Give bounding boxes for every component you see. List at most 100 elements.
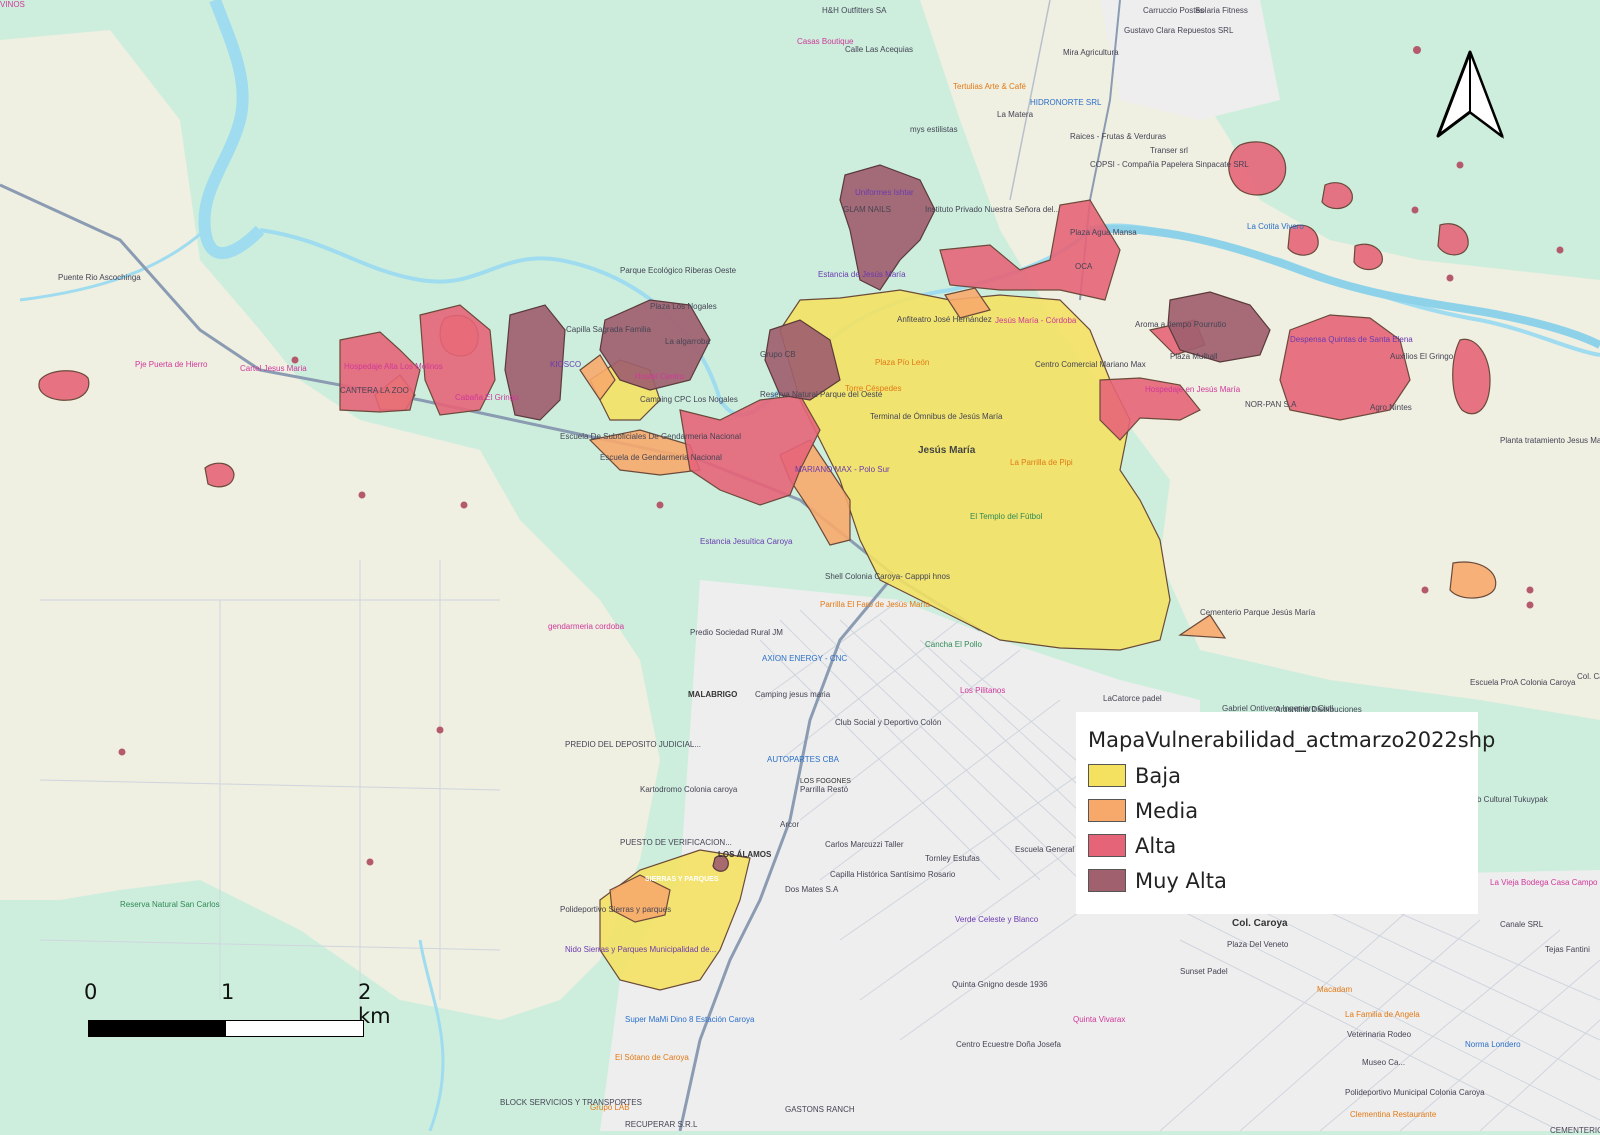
poi-label[interactable]: Hostel Centro: [635, 372, 684, 381]
poi-label[interactable]: Puente Rio Ascochinga: [58, 273, 141, 282]
poi-label[interactable]: Torre Céspedes: [845, 384, 901, 393]
zone-alta-1[interactable]: [38, 370, 90, 401]
poi-label[interactable]: BLOCK SERVICIOS Y TRANSPORTES: [500, 1098, 642, 1107]
poi-label[interactable]: Los Pilitanos: [960, 686, 1005, 695]
poi-label[interactable]: Cementerio Parque Jesús María: [1200, 608, 1315, 617]
poi-label[interactable]: Nido Sierras y Parques Municipalidad de.…: [565, 945, 716, 954]
poi-label[interactable]: RECUPERAR S.R.L: [625, 1120, 697, 1129]
poi-label[interactable]: Super MaMi Dino 8 Estación Caroya: [625, 1015, 754, 1024]
poi-label[interactable]: Plaza Mulhall: [1170, 352, 1218, 361]
poi-label[interactable]: Cancha El Pollo: [925, 640, 982, 649]
poi-label[interactable]: Jesús María - Córdoba: [995, 316, 1076, 325]
poi-label[interactable]: Anfiteatro José Hernández: [897, 315, 992, 324]
poi-label[interactable]: Norma Londero: [1465, 1040, 1521, 1049]
poi-label[interactable]: Macadam: [1317, 985, 1352, 994]
poi-label[interactable]: CANTERA LA ZOO: [340, 386, 409, 395]
poi-label[interactable]: gendarmeria cordoba: [548, 622, 624, 631]
poi-label[interactable]: NOR-PAN S.A: [1245, 400, 1296, 409]
zone-alta-2[interactable]: [204, 462, 235, 488]
poi-label[interactable]: El Sótano de Caroya: [615, 1053, 689, 1062]
poi-label[interactable]: PREDIO DEL DEPOSITO JUDICIAL...: [565, 740, 701, 749]
poi-label[interactable]: Verde Celeste y Blanco: [955, 915, 1038, 924]
poi-label[interactable]: Parrilla El Faro de Jesús María: [820, 600, 930, 609]
poi-label[interactable]: Cartel Jesus Maria: [240, 364, 307, 373]
poi-label[interactable]: VINOS: [0, 0, 25, 9]
poi-label[interactable]: Camping CPC Los Nogales: [640, 395, 738, 404]
poi-label[interactable]: Gustavo Clara Repuestos SRL: [1124, 26, 1233, 35]
poi-label[interactable]: Col. Caroya: [1577, 672, 1600, 681]
poi-label[interactable]: Estancia de Jesús María: [818, 270, 906, 279]
poi-label[interactable]: Canale SRL: [1500, 920, 1543, 929]
poi-label[interactable]: Planta tratamiento Jesus Maria: [1500, 436, 1600, 445]
poi-label[interactable]: HIDRONORTE SRL: [1030, 98, 1101, 107]
poi-label[interactable]: Terminal de Ómnibus de Jesús María: [870, 412, 1003, 421]
poi-label[interactable]: Tejas Fantini: [1545, 945, 1590, 954]
poi-label[interactable]: Parque Ecológico Riberas Oeste: [620, 266, 736, 275]
poi-label[interactable]: La Matera: [997, 110, 1033, 119]
poi-label[interactable]: Pje Puerta de Hierro: [135, 360, 207, 369]
poi-label[interactable]: Dos Mates S.A: [785, 885, 838, 894]
poi-label[interactable]: La Cotita Vivero: [1247, 222, 1304, 231]
poi-label[interactable]: Quinta Vivarax: [1073, 1015, 1125, 1024]
poi-label[interactable]: Parrilla Restó: [800, 785, 848, 794]
poi-label[interactable]: GASTONS RANCH: [785, 1105, 855, 1114]
poi-label[interactable]: Grupo CB: [760, 350, 796, 359]
poi-label[interactable]: Raices - Frutas & Verduras: [1070, 132, 1166, 141]
poi-label[interactable]: Calle Las Acequias: [845, 45, 913, 54]
poi-label[interactable]: Hospedaje Alta Los Molinos: [344, 362, 443, 371]
poi-label[interactable]: Escuela de Gendarmeria Nacional: [600, 453, 722, 462]
poi-label[interactable]: KIOSCO: [550, 360, 581, 369]
poi-label[interactable]: Predio Sociedad Rural JM: [690, 628, 783, 637]
poi-label[interactable]: Cabaña El Gringo: [455, 393, 519, 402]
poi-label[interactable]: Capilla Sagrada Familia: [566, 325, 651, 334]
poi-label[interactable]: Estancia Jesuítica Caroya: [700, 537, 793, 546]
poi-label[interactable]: COPSI - Compañía Papelera Sinpacate SRL: [1090, 160, 1249, 169]
poi-label[interactable]: Sunset Padel: [1180, 967, 1228, 976]
poi-label[interactable]: La Vieja Bodega Casa Campo: [1490, 878, 1597, 887]
poi-label[interactable]: Escuela ProA Colonia Caroya: [1470, 678, 1575, 687]
poi-label[interactable]: Solaria Fitness: [1195, 6, 1248, 15]
poi-label[interactable]: Veterinaria Rodeo: [1347, 1030, 1411, 1039]
poi-label[interactable]: Instituto Privado Nuestra Señora del...: [925, 205, 1060, 214]
map-canvas[interactable]: [0, 0, 1600, 1131]
poi-label[interactable]: Plaza Del Veneto: [1227, 940, 1288, 949]
poi-label[interactable]: Reserva Natural San Carlos: [120, 900, 220, 909]
poi-label[interactable]: OCA: [1075, 262, 1092, 271]
poi-label[interactable]: Clementina Restaurante: [1350, 1110, 1436, 1119]
poi-label[interactable]: Hospedaje en Jesús María: [1145, 385, 1240, 394]
poi-label[interactable]: Despensa Quintas de Santa Elena: [1290, 335, 1413, 344]
poi-label[interactable]: Escuela De Suboficiales De Gendarmeria N…: [560, 432, 741, 441]
poi-label[interactable]: Centro Ecuestre Doña Josefa: [956, 1040, 1061, 1049]
poi-label[interactable]: Plaza Agua Mansa: [1070, 228, 1137, 237]
poi-label[interactable]: Uniformes Ishtar: [855, 188, 914, 197]
poi-label[interactable]: AXION ENERGY - CNC: [762, 654, 847, 663]
poi-label[interactable]: La Familia de Angela: [1345, 1010, 1420, 1019]
poi-label[interactable]: Aroma a tiempo Pourrutio: [1135, 320, 1226, 329]
poi-label[interactable]: Shell Colonia Caroya- Capppi hnos: [825, 572, 950, 581]
poi-label[interactable]: Polideportivo Municipal Colonia Caroya: [1345, 1088, 1485, 1097]
poi-label[interactable]: Transer srl: [1150, 146, 1188, 155]
poi-label[interactable]: Plaza Pío León: [875, 358, 929, 367]
zone-alta-9[interactable]: [1321, 182, 1353, 210]
poi-label[interactable]: Capilla Histórica Santísimo Rosario: [830, 870, 955, 879]
poi-label[interactable]: MARIANO MAX - Polo Sur: [795, 465, 890, 474]
poi-label[interactable]: Camping jesus maria: [755, 690, 830, 699]
poi-label[interactable]: Agro Nintes: [1370, 403, 1412, 412]
poi-label[interactable]: GLAM NAILS: [843, 205, 891, 214]
poi-label[interactable]: Plaza Los Nogales: [650, 302, 717, 311]
poi-label[interactable]: Mira Agricultura: [1063, 48, 1119, 57]
poi-label[interactable]: Carlos Marcuzzi Taller: [825, 840, 904, 849]
poi-label[interactable]: Arcor: [780, 820, 799, 829]
poi-label[interactable]: Centro Comercial Mariano Max: [1035, 360, 1146, 369]
poi-label[interactable]: PUESTO DE VERIFICACION...: [620, 838, 732, 847]
poi-label[interactable]: La Parrilla de Pipi: [1010, 458, 1073, 467]
poi-label[interactable]: El Templo del Fútbol: [970, 512, 1042, 521]
poi-label[interactable]: La algarroba: [665, 337, 710, 346]
poi-label[interactable]: Tertulias Arte & Café: [953, 82, 1026, 91]
poi-label[interactable]: LaCatorce padel: [1103, 694, 1162, 703]
poi-label[interactable]: Kartodromo Colonia caroya: [640, 785, 737, 794]
poi-label[interactable]: Auxilios El Gringo: [1390, 352, 1453, 361]
poi-label[interactable]: H&H Outfitters SA: [822, 6, 886, 15]
poi-label[interactable]: Quinta Gnigno desde 1936: [952, 980, 1048, 989]
poi-label[interactable]: AUTOPARTES CBA: [767, 755, 839, 764]
